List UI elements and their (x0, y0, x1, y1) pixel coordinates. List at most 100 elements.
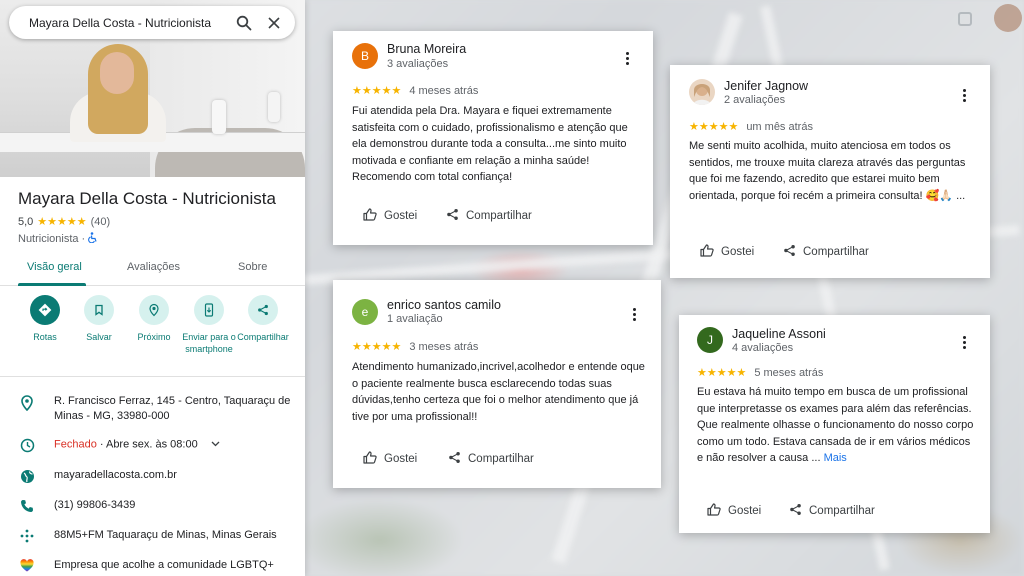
share-button[interactable]: Compartilhar (446, 208, 532, 224)
review-stars: ★★★★★ (697, 367, 747, 379)
location-pin-icon (0, 394, 54, 411)
review-text-content: Atendimento humanizado,incrivel,acolhedo… (352, 361, 645, 423)
review-date: 5 meses atrás (754, 366, 824, 379)
review-text: Fui atendida pela Dra. Mayara e fiquei e… (352, 103, 642, 186)
rating-stars: ★★★★★ (37, 216, 87, 228)
rating-summary[interactable]: 5,0 ★★★★★ (40) (18, 215, 111, 229)
review-count[interactable]: (40) (91, 216, 111, 228)
save-button[interactable]: Salvar (69, 295, 129, 343)
share-button[interactable]: Compartilhar (783, 244, 869, 260)
reviewer-name[interactable]: Jaqueline Assoni (732, 327, 826, 341)
avatar[interactable]: J (697, 327, 723, 353)
website-row[interactable]: mayaradellacosta.com.br (0, 468, 305, 484)
lgbtq-row[interactable]: Empresa que acolhe a comunidade LGBTQ+ (0, 558, 305, 573)
reviewer-name[interactable]: Jenifer Jagnow (724, 79, 808, 93)
lgbtq-text: Empresa que acolhe a comunidade LGBTQ+ (54, 559, 274, 571)
nearby-icon (139, 295, 169, 325)
nearby-button[interactable]: Próximo (124, 295, 184, 343)
plus-code-text: 88M5+FM Taquaraçu de Minas, Minas Gerais (54, 529, 277, 541)
tab-reviews[interactable]: Avaliações (127, 261, 180, 273)
review-date: um mês atrás (746, 120, 813, 133)
save-label: Salvar (86, 332, 112, 342)
photo-object (212, 100, 226, 134)
like-label: Gostei (384, 453, 418, 465)
avatar[interactable] (689, 79, 715, 105)
bookmark-icon (84, 295, 114, 325)
review-text-content: Fui atendida pela Dra. Mayara e fiquei e… (352, 105, 628, 183)
search-box[interactable]: Mayara Della Costa - Nutricionista (9, 6, 295, 39)
plus-code-icon (0, 528, 54, 543)
share-button[interactable]: Compartilhar (448, 451, 534, 467)
plus-code-row[interactable]: 88M5+FM Taquaraçu de Minas, Minas Gerais (0, 528, 305, 543)
layers-icon[interactable] (958, 12, 972, 26)
like-label: Gostei (384, 210, 418, 222)
hours-status: Fechado (54, 438, 97, 451)
review-date: 3 meses atrás (409, 340, 479, 353)
like-label: Gostei (721, 246, 755, 258)
more-options-icon[interactable] (957, 333, 971, 351)
reviewer-name[interactable]: enrico santos camilo (387, 298, 501, 312)
avatar[interactable] (994, 4, 1022, 32)
phone-row[interactable]: (31) 99806-3439 (0, 498, 305, 513)
share-icon (446, 208, 459, 224)
thumbs-up-icon (363, 208, 377, 224)
thumbs-up-icon (707, 503, 721, 519)
share-icon (248, 295, 278, 325)
avatar[interactable]: e (352, 299, 378, 325)
tab-about[interactable]: Sobre (238, 261, 267, 273)
share-label: Compartilhar (803, 246, 869, 258)
routes-label: Rotas (33, 332, 57, 342)
reviewer-review-count: 2 avaliações (724, 94, 786, 106)
close-icon[interactable] (263, 12, 285, 34)
review-text: Atendimento humanizado,incrivel,acolhedo… (352, 359, 652, 425)
share-icon (448, 451, 461, 467)
read-more-link[interactable]: Mais (821, 452, 847, 464)
share-label: Compartilhar (237, 332, 289, 342)
address-text: R. Francisco Ferraz, 145 - Centro, Taqua… (54, 395, 291, 422)
more-options-icon[interactable] (627, 305, 641, 323)
address-row[interactable]: R. Francisco Ferraz, 145 - Centro, Taqua… (0, 394, 305, 424)
send-to-phone-button[interactable]: Enviar para o smartphone (179, 295, 239, 355)
review-stars: ★★★★★ (352, 85, 402, 97)
share-button[interactable]: Compartilhar (789, 503, 875, 519)
search-input[interactable]: Mayara Della Costa - Nutricionista (29, 16, 225, 30)
website-link[interactable]: mayaradellacosta.com.br (54, 468, 294, 483)
like-button[interactable]: Gostei (707, 503, 761, 519)
chevron-down-icon[interactable] (211, 437, 220, 452)
more-options-icon[interactable] (620, 49, 634, 67)
directions-icon (30, 295, 60, 325)
wheelchair-icon (88, 232, 98, 246)
place-side-panel: Mayara Della Costa - Nutricionista Mayar… (0, 0, 305, 576)
routes-button[interactable]: Rotas (15, 295, 75, 343)
hours-detail: · Abre sex. às 08:00 (96, 438, 198, 451)
photo-object (268, 92, 280, 122)
category-label[interactable]: Nutricionista (18, 233, 79, 245)
active-tab-indicator (18, 283, 86, 286)
share-place-button[interactable]: Compartilhar (233, 295, 293, 343)
search-icon[interactable] (233, 12, 255, 34)
review-date: 4 meses atrás (409, 84, 479, 97)
place-title: Mayara Della Costa - Nutricionista (18, 189, 276, 208)
like-button[interactable]: Gostei (363, 451, 417, 467)
avatar[interactable]: B (352, 43, 378, 69)
category-separator: · (81, 233, 86, 245)
thumbs-up-icon (700, 244, 714, 260)
rating-value: 5,0 (18, 215, 34, 228)
review-text: Eu estava há muito tempo em busca de um … (697, 384, 979, 467)
category-row: Nutricionista · (18, 232, 98, 246)
hours-row[interactable]: Fechado · Abre sex. às 08:00 (0, 437, 305, 453)
review-text-content: Me senti muito acolhida, muito atenciosa… (689, 140, 966, 202)
divider (0, 376, 305, 377)
send-to-phone-label: Enviar para o smartphone (182, 332, 236, 354)
share-label: Compartilhar (468, 453, 534, 465)
hours-text: Fechado · Abre sex. às 08:00 (54, 437, 294, 452)
reviewer-review-count: 1 avaliação (387, 313, 443, 325)
like-button[interactable]: Gostei (363, 208, 417, 224)
share-icon (783, 244, 796, 260)
more-options-icon[interactable] (957, 86, 971, 104)
reviewer-name[interactable]: Bruna Moreira (387, 42, 466, 56)
review-rating: ★★★★★ um mês atrás (689, 120, 813, 134)
phone-number[interactable]: (31) 99806-3439 (54, 498, 294, 513)
tab-overview[interactable]: Visão geral (27, 261, 82, 273)
like-button[interactable]: Gostei (700, 244, 754, 260)
